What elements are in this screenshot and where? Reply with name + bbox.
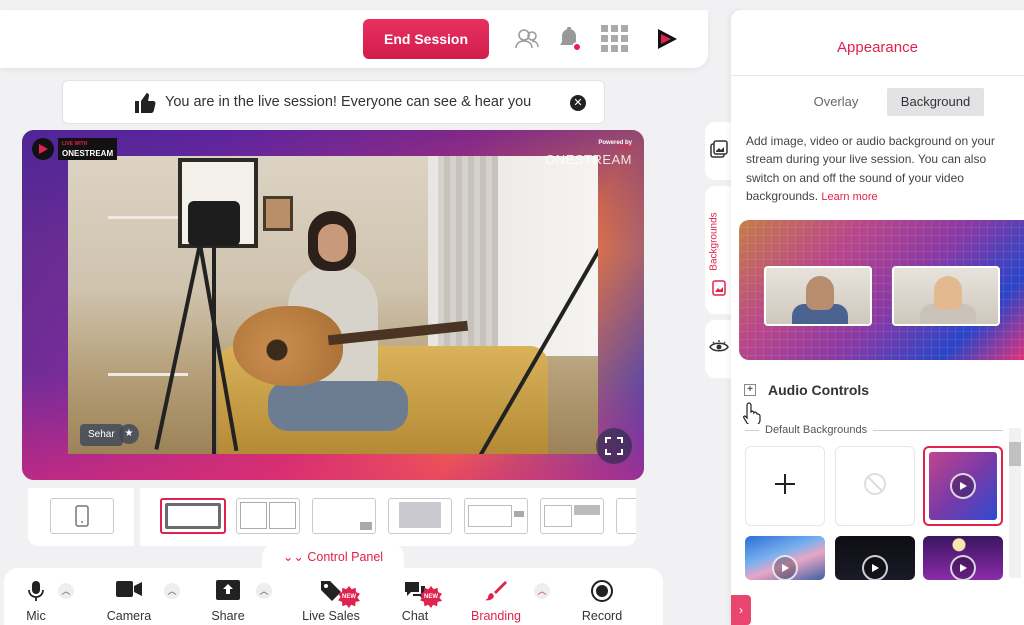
record-button[interactable]: Record [574,568,630,625]
live-sales-label: Live Sales [302,609,360,623]
chat-label: Chat [401,609,429,623]
star-icon[interactable]: ★ [119,424,139,444]
appearance-panel: Appearance Overlay Background Add image,… [731,10,1024,625]
camera-options-chevron-up-icon[interactable]: ︿ [164,583,180,599]
record-label: Record [581,609,623,623]
preview-participant-male [764,266,872,326]
control-bar: Mic ︿ Camera ︿ Share ︿ NEW Live Sales NE… [4,568,663,625]
participant-name-tag: Sehar [80,424,123,446]
collapse-panel-chevron-icon[interactable]: › [731,595,751,625]
notice-text: You are in the live session! Everyone ca… [165,94,532,110]
apps-grid-icon[interactable] [600,24,630,54]
stage-brand-badge: LIVE WITH ONESTREAM [32,138,118,160]
background-description: Add image, video or audio background on … [746,132,1021,206]
appearance-tabs: Overlay Background [731,88,1024,118]
onestream-play-icon [32,138,54,160]
share-button[interactable]: Share [200,568,256,625]
audio-controls-label: Audio Controls [768,382,870,398]
microphone-icon [28,580,44,607]
effects-side-tab[interactable] [705,320,733,378]
brand-name: ONESTREAM [62,149,114,158]
play-icon [950,555,976,580]
powered-brand-text: ONESTREAM [545,152,632,167]
preview-participant-female [892,266,1000,326]
background-tile-blossom[interactable] [745,536,825,580]
fullscreen-icon[interactable] [596,428,632,464]
appearance-title: Appearance [731,10,1024,76]
tab-overlay[interactable]: Overlay [791,88,881,116]
default-backgrounds-header: Default Backgrounds [745,424,1003,436]
live-sales-button[interactable]: NEW Live Sales [300,568,362,625]
selected-background-tile[interactable] [923,446,1003,526]
share-label: Share [211,609,245,623]
mic-label: Mic [26,609,46,623]
guests-icon[interactable] [512,24,542,54]
play-icon [862,555,888,580]
disabled-circle-icon [863,472,887,501]
camera-button[interactable]: Camera [94,568,164,625]
control-panel-label: Control Panel [307,550,384,564]
learn-more-link[interactable]: Learn more [821,191,877,203]
layout-sidebar[interactable] [464,498,528,534]
background-preview [739,220,1024,360]
brand-small-text: LIVE WITH [62,141,88,147]
camera-label: Camera [106,609,152,623]
close-icon[interactable]: ✕ [570,95,586,111]
chat-button[interactable]: NEW Chat [394,568,442,625]
image-overlay-icon [710,139,728,163]
notification-dot [572,42,582,52]
background-image-icon [712,280,726,301]
live-notice: You are in the live session! Everyone ca… [62,80,605,124]
branding-label: Branding [470,609,522,623]
live-stage: LIVE WITH ONESTREAM Powered by LIVE ONEST… [22,130,644,480]
layout-split[interactable] [236,498,300,534]
mobile-layout-button[interactable] [50,498,114,534]
record-icon [591,580,613,607]
end-session-button[interactable]: End Session [363,19,489,59]
paintbrush-icon [485,580,507,607]
mobile-layout-panel [28,488,134,546]
thumbs-up-icon [133,91,157,119]
play-icon [950,473,976,499]
layout-pip[interactable] [312,498,376,534]
branding-button[interactable]: Branding [468,568,524,625]
participant-video[interactable] [68,156,598,454]
add-background-tile[interactable] [745,446,825,526]
eye-effect-icon [709,338,729,361]
layout-focus[interactable] [388,498,452,534]
mic-options-chevron-up-icon[interactable]: ︿ [58,583,74,599]
onestream-logo-icon[interactable] [652,24,682,54]
backgrounds-side-label: Backgrounds [708,212,720,271]
mic-button[interactable]: Mic [4,568,68,625]
top-bar: End Session [0,10,708,68]
powered-by-badge: Powered by LIVE ONESTREAM [545,140,632,167]
tab-background[interactable]: Background [887,88,984,116]
background-tile-moon[interactable] [923,536,1003,580]
default-backgrounds-label: Default Backgrounds [765,424,868,436]
camera-icon [116,580,142,603]
expand-plus-icon: + [744,384,756,396]
bell-icon[interactable] [554,24,584,54]
scrollbar-thumb[interactable] [1009,442,1021,466]
share-screen-icon [216,580,240,605]
layout-single[interactable] [160,498,226,534]
chevron-double-down-icon: ⌄⌄ [282,550,304,564]
plus-icon [774,473,796,500]
layout-more[interactable] [616,498,636,534]
share-options-chevron-up-icon[interactable]: ︿ [256,583,272,599]
overlay-side-tab[interactable] [705,122,733,180]
audio-controls-toggle[interactable]: + Audio Controls [744,382,869,398]
layout-selector [140,488,636,546]
backgrounds-side-tab[interactable]: Backgrounds [705,186,733,314]
play-icon [772,555,798,580]
no-background-tile[interactable] [835,446,915,526]
layout-side-by-side[interactable] [540,498,604,534]
background-tile-dark[interactable] [835,536,915,580]
backgrounds-scrollbar[interactable] [1009,428,1021,578]
branding-options-chevron-up-icon[interactable]: ︿ [534,583,550,599]
